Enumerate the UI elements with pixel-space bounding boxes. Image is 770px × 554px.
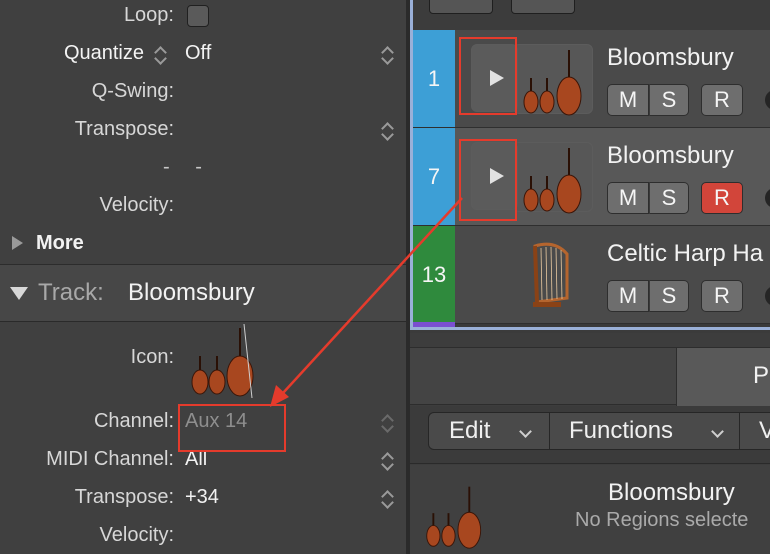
track-row-13[interactable]: 13 Celtic Harp Ha M S R (413, 226, 770, 324)
play-button-7-annotation-box (459, 139, 517, 221)
editor-track-name: Bloomsbury (608, 479, 735, 506)
more-row[interactable]: More (0, 228, 406, 266)
channel-stepper-icon (382, 411, 394, 433)
quantize-stepper-icon[interactable] (382, 43, 394, 65)
loop-checkbox[interactable] (187, 5, 209, 27)
solo-button[interactable]: S (649, 280, 689, 312)
record-button[interactable]: R (701, 84, 743, 116)
volume-knob[interactable] (765, 90, 770, 110)
record-button[interactable]: R (701, 280, 743, 312)
add-track-button[interactable] (429, 0, 493, 14)
editor-tabs: P (410, 347, 770, 406)
edit-menu[interactable]: Edit (449, 413, 490, 449)
track-header-label: Track: (38, 279, 104, 306)
solo-button[interactable]: S (649, 182, 689, 214)
functions-menu[interactable]: Functions (569, 413, 673, 449)
loop-label: Loop: (123, 4, 174, 26)
editor-menu-segment: Edit Functions V (428, 412, 770, 450)
track-number[interactable]: 1 (413, 30, 455, 127)
quantize-mode-stepper-icon[interactable] (155, 43, 167, 65)
menu-separator (739, 413, 740, 449)
quantize-row: Quantize Off (0, 38, 406, 76)
editor-tab-right[interactable]: P (676, 348, 770, 406)
violin-ensemble-icon[interactable] (186, 320, 260, 398)
channel-annotation-box (178, 404, 286, 452)
mute-button[interactable]: M (607, 182, 649, 214)
quantize-label[interactable]: Quantize (64, 38, 144, 76)
icon-label: Icon: (130, 346, 174, 368)
volume-knob[interactable] (765, 188, 770, 208)
track-velocity-label: Velocity: (99, 524, 174, 546)
qswing-row: Q-Swing: (0, 76, 406, 114)
harp-icon (533, 242, 569, 307)
channel-label: Channel: (93, 410, 174, 432)
solo-button[interactable]: S (649, 84, 689, 116)
region-transpose-row: Transpose: (0, 114, 406, 152)
track-number[interactable]: 7 (413, 128, 455, 225)
violin-ensemble-icon (523, 148, 582, 214)
track-header-name: Bloomsbury (128, 279, 255, 306)
loop-row: Loop: (0, 0, 406, 38)
play-button-1-annotation-box (459, 37, 517, 115)
track-transpose-stepper-icon[interactable] (382, 487, 394, 509)
volume-knob[interactable] (765, 286, 770, 306)
violin-ensemble-icon (426, 486, 482, 549)
violin-ensemble-icon (523, 50, 582, 116)
editor-region-status: No Regions selecte (575, 509, 749, 531)
quantize-value[interactable]: Off (185, 38, 211, 76)
chevron-down-icon[interactable] (519, 425, 532, 438)
view-menu[interactable]: V (759, 413, 770, 449)
menu-separator (549, 413, 550, 449)
editor-toolbar: Edit Functions V (410, 406, 770, 464)
chevron-down-icon[interactable] (711, 425, 724, 438)
track-inspector-header[interactable]: Track: Bloomsbury (0, 264, 406, 322)
track-transpose-value[interactable]: +34 (185, 482, 219, 520)
more-disclosure-icon[interactable] (12, 236, 23, 250)
track-transpose-row: Transpose: +34 (0, 482, 406, 520)
region-velocity-row: Velocity: (0, 190, 406, 228)
editor-region-info: Bloomsbury No Regions selecte (410, 465, 770, 554)
midi-channel-stepper-icon[interactable] (382, 449, 394, 471)
track-name[interactable]: Celtic Harp Ha (607, 240, 763, 268)
track-number[interactable]: 13 (413, 226, 455, 323)
track-name[interactable]: Bloomsbury (607, 44, 734, 72)
tracks-toolbar (413, 0, 770, 30)
qswing-label: Q-Swing: (91, 80, 174, 102)
editor-tab-right-label[interactable]: P (753, 362, 769, 390)
track-velocity-row: Velocity: (0, 520, 406, 554)
track-header-options-button[interactable] (511, 0, 575, 14)
fine-tune-dashes: - - (163, 156, 212, 178)
more-label[interactable]: More (36, 228, 84, 266)
region-transpose-stepper-icon[interactable] (382, 119, 394, 141)
region-fine-row: - - (0, 152, 406, 190)
region-transpose-label: Transpose: (74, 118, 174, 140)
inspector-panel: Loop: Quantize Off Q-Swing: Transpose: -… (0, 0, 406, 554)
record-button-active[interactable]: R (701, 182, 743, 214)
midi-channel-label: MIDI Channel: (46, 448, 174, 470)
track-name[interactable]: Bloomsbury (607, 142, 734, 170)
mute-button[interactable]: M (607, 84, 649, 116)
track-disclosure-icon[interactable] (10, 287, 28, 300)
editor-area: P Edit Functions V Bloomsbury No Regions… (410, 333, 770, 554)
mute-button[interactable]: M (607, 280, 649, 312)
region-velocity-label: Velocity: (99, 194, 174, 216)
track-color-bar (413, 322, 455, 327)
track-transpose-label: Transpose: (74, 486, 174, 508)
